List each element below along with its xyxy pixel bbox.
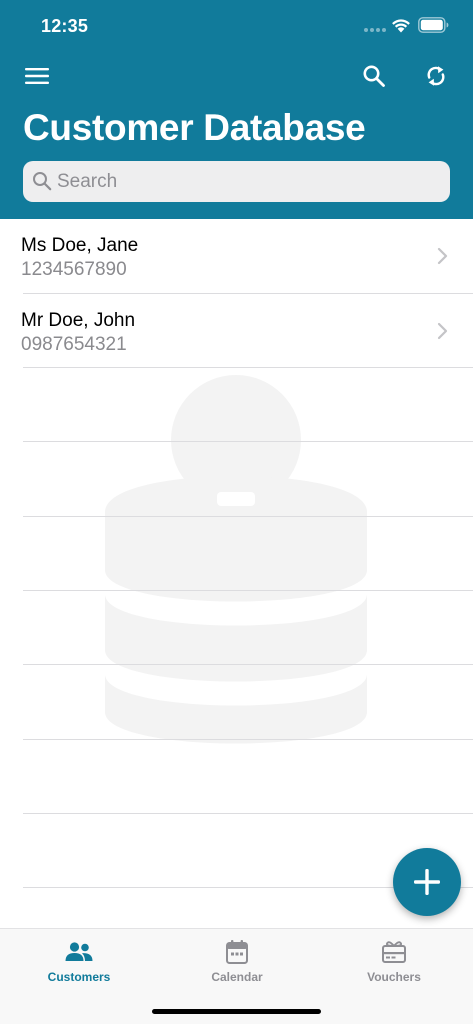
status-time: 12:35 [41, 16, 89, 36]
customer-database-watermark-icon [105, 375, 367, 744]
customers-icon [62, 939, 96, 965]
empty-row-separator [23, 664, 473, 665]
customer-phone: 0987654321 [21, 334, 127, 355]
refresh-button[interactable] [416, 56, 456, 96]
app-header: 12:35 Customer Database Search [0, 0, 473, 219]
tab-label: Customers [47, 970, 111, 984]
chevron-right-icon [437, 322, 448, 340]
battery-icon [418, 17, 449, 33]
wifi-icon [392, 19, 410, 33]
search-input[interactable] [57, 161, 437, 202]
search-field-icon [33, 172, 52, 191]
plus-icon [414, 869, 440, 895]
search-icon [363, 65, 385, 87]
page-title: Customer Database [23, 107, 366, 148]
customer-name: Ms Doe, Jane [21, 235, 139, 256]
hamburger-menu-icon [25, 68, 49, 84]
status-bar: 12:35 [0, 0, 473, 52]
customer-list[interactable]: Ms Doe, Jane 1234567890 Mr Doe, John 098… [0, 219, 473, 928]
navigation-bar [0, 56, 473, 96]
tab-label: Calendar [211, 970, 263, 984]
vouchers-icon [377, 939, 411, 965]
customer-row[interactable]: Ms Doe, Jane 1234567890 [0, 219, 473, 293]
empty-row-separator [23, 590, 473, 591]
search-button[interactable] [354, 56, 394, 96]
customer-name: Mr Doe, John [21, 310, 136, 331]
tab-label: Vouchers [367, 970, 421, 984]
customer-phone: 1234567890 [21, 259, 127, 280]
row-separator [23, 367, 473, 368]
tab-bar: Customers Calendar Vouchers [0, 928, 473, 1024]
search-bar[interactable] [23, 161, 450, 202]
empty-row-separator [23, 516, 473, 517]
empty-row-separator [23, 441, 473, 442]
add-customer-button[interactable] [393, 848, 461, 916]
tab-calendar[interactable]: Calendar [158, 929, 316, 999]
refresh-icon [427, 66, 445, 86]
customer-row[interactable]: Mr Doe, John 0987654321 [0, 294, 473, 368]
menu-button[interactable] [17, 56, 57, 96]
cellular-signal-icon [364, 28, 386, 32]
chevron-right-icon [437, 247, 448, 265]
tab-vouchers[interactable]: Vouchers [315, 929, 473, 999]
calendar-icon [220, 939, 254, 965]
empty-row-separator [23, 739, 473, 740]
home-indicator[interactable] [152, 1009, 321, 1014]
empty-row-separator [23, 813, 473, 814]
tab-customers[interactable]: Customers [0, 929, 158, 999]
